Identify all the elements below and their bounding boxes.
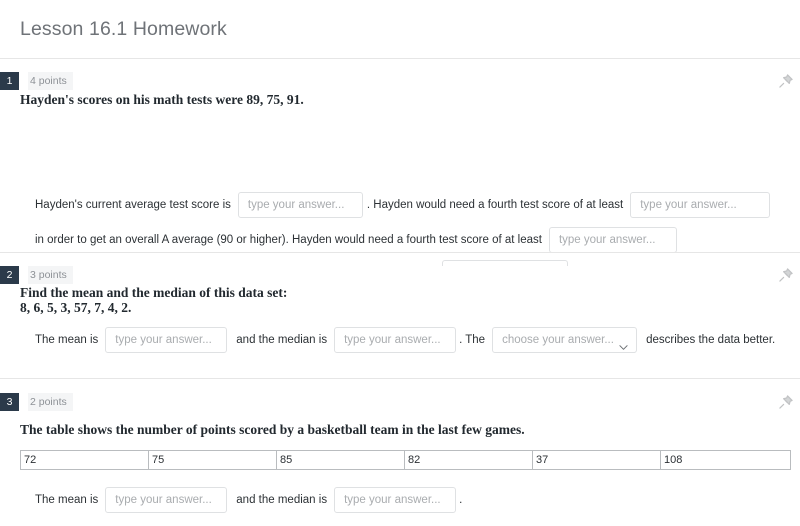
question-1-answer-line-1: Hayden's current average test score is t… (35, 192, 770, 218)
question-2-text-0: The mean is (35, 334, 98, 346)
question-1-text-4: in order to get an overall A average (90… (35, 234, 542, 246)
question-1-header: 1 4 points (0, 72, 800, 90)
separator-after-question-2 (0, 378, 800, 379)
question-3: 3 2 points The table shows the number of… (0, 393, 800, 526)
question-2-select-value: choose your answer... (502, 334, 614, 346)
question-1-input-1[interactable]: type your answer... (238, 192, 363, 218)
question-1-prompt: Hayden's scores on his math tests were 8… (20, 92, 304, 107)
question-1-points: 4 points (28, 72, 73, 90)
question-1-text-0: Hayden's current average test score is (35, 199, 231, 211)
question-2-input-median[interactable]: type your answer... (334, 327, 456, 353)
homework-page: Lesson 16.1 Homework 1 4 points Hayden's… (0, 0, 800, 526)
question-2-text-4: . The (459, 334, 485, 346)
points-scored-table-body: 72 75 85 82 37 108 (21, 451, 791, 470)
question-1-input-5[interactable]: type your answer... (549, 227, 677, 253)
question-2: 2 3 points Find the mean and the median … (0, 266, 800, 376)
table-cell: 75 (149, 451, 277, 470)
pin-icon[interactable] (778, 73, 794, 89)
question-2-points: 3 points (28, 266, 73, 284)
question-2-header: 2 3 points (0, 266, 800, 284)
question-1-answer-line-2: in order to get an overall A average (90… (35, 227, 677, 253)
table-cell: 85 (277, 451, 405, 470)
question-2-prompt: Find the mean and the median of this dat… (20, 285, 287, 315)
question-3-text-0: The mean is (35, 494, 98, 506)
question-2-answer-line-1: The mean is type your answer... and the … (35, 327, 775, 353)
table-cell: 82 (405, 451, 533, 470)
pin-icon[interactable] (778, 394, 794, 410)
question-1-text-2: . Hayden would need a fourth test score … (367, 199, 623, 211)
page-header: Lesson 16.1 Homework (0, 0, 800, 59)
question-2-number-badge: 2 (0, 266, 19, 284)
table-cell: 108 (661, 451, 791, 470)
question-3-number-badge: 3 (0, 393, 19, 411)
points-scored-table: 72 75 85 82 37 108 (20, 450, 791, 470)
pin-icon[interactable] (778, 267, 794, 283)
table-cell: 37 (533, 451, 661, 470)
question-2-select-measure[interactable]: choose your answer... (492, 327, 637, 353)
question-1: 1 4 points Hayden's scores on his math t… (0, 72, 800, 252)
question-3-input-mean[interactable]: type your answer... (105, 487, 227, 513)
question-2-text-6: describes the data better. (646, 334, 775, 346)
table-cell: 72 (21, 451, 149, 470)
question-2-text-2: and the median is (236, 334, 327, 346)
question-1-number-badge: 1 (0, 72, 19, 90)
question-3-text-2: and the median is (236, 494, 327, 506)
question-3-answer-line-1: The mean is type your answer... and the … (35, 487, 462, 513)
question-3-text-4: . (459, 494, 462, 506)
page-title: Lesson 16.1 Homework (20, 18, 227, 41)
question-3-prompt: The table shows the number of points sco… (20, 422, 525, 437)
separator-after-question-1 (0, 252, 800, 253)
chevron-down-icon (619, 337, 628, 346)
question-3-header: 3 2 points (0, 393, 800, 411)
question-1-input-3[interactable]: type your answer... (630, 192, 770, 218)
question-3-input-median[interactable]: type your answer... (334, 487, 456, 513)
question-3-points: 2 points (28, 393, 73, 411)
question-2-input-mean[interactable]: type your answer... (105, 327, 227, 353)
table-row: 72 75 85 82 37 108 (21, 451, 791, 470)
